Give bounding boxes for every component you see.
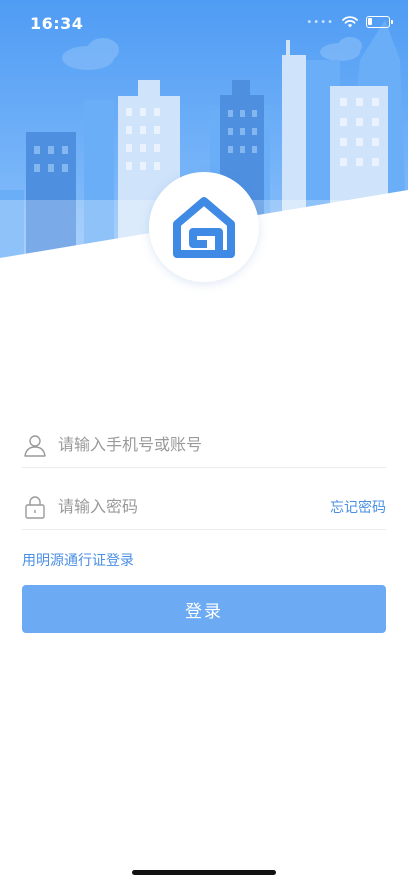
battery-icon	[366, 16, 393, 28]
passport-login-link[interactable]: 用明源通行证登录	[22, 550, 134, 570]
status-indicators: ••••	[306, 16, 393, 28]
password-field-row: 忘记密码	[22, 484, 386, 530]
battery-level	[368, 18, 372, 25]
wifi-icon	[342, 16, 358, 28]
status-time: 16:34	[30, 14, 84, 33]
status-bar: 16:34 ••••	[0, 0, 408, 50]
account-field-row	[22, 422, 386, 468]
lock-icon	[22, 494, 48, 520]
home-indicator	[132, 870, 276, 875]
app-logo	[149, 172, 259, 282]
account-input[interactable]	[58, 435, 386, 454]
signal-dots-icon: ••••	[306, 16, 334, 28]
user-icon	[22, 432, 48, 458]
forgot-password-link[interactable]: 忘记密码	[330, 497, 386, 517]
house-logo-icon	[173, 197, 235, 258]
login-button[interactable]: 登录	[22, 585, 386, 633]
password-input[interactable]	[58, 497, 330, 516]
